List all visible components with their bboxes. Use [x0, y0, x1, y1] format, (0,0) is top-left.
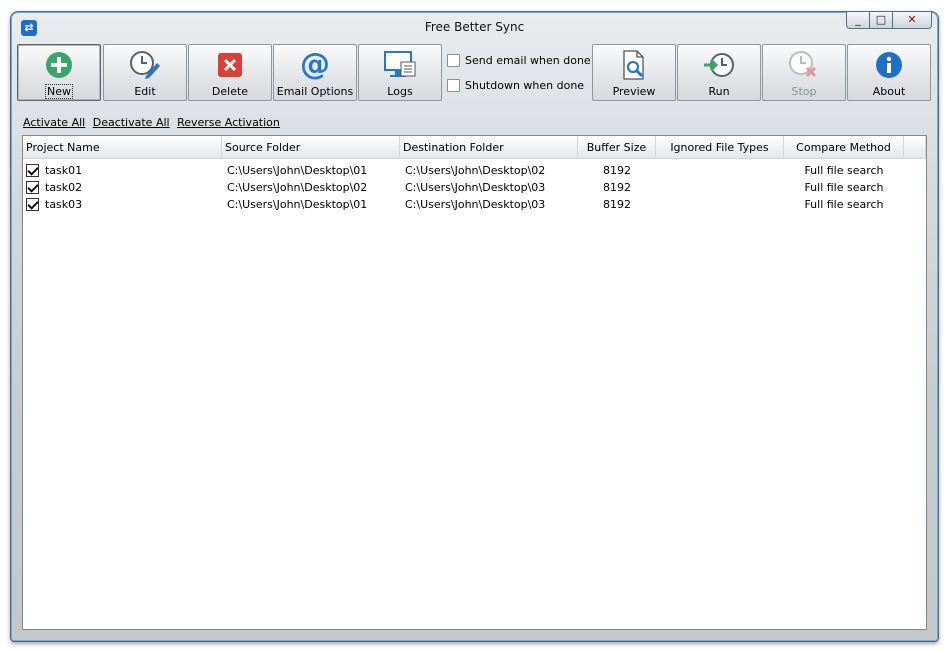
column-header-project-name[interactable]: Project Name — [23, 136, 222, 159]
source-folder: C:\Users\John\Desktop\02 — [227, 181, 368, 194]
compare-method: Full file search — [804, 164, 884, 177]
destination-folder: C:\Users\John\Desktop\03 — [405, 181, 546, 194]
stop-button[interactable]: Stop — [762, 44, 846, 101]
column-header-compare-method[interactable]: Compare Method — [784, 136, 904, 159]
column-header-buffer-size[interactable]: Buffer Size — [578, 136, 656, 159]
about-button-label: About — [872, 85, 906, 98]
about-button[interactable]: About — [847, 44, 931, 101]
task-list[interactable]: Project Name Source Folder Destination F… — [22, 135, 927, 630]
compare-method: Full file search — [804, 181, 884, 194]
compare-method: Full file search — [804, 198, 884, 211]
destination-folder: C:\Users\John\Desktop\03 — [405, 198, 546, 211]
table-header: Project Name Source Folder Destination F… — [23, 136, 926, 160]
run-button[interactable]: Run — [677, 44, 761, 101]
source-folder: C:\Users\John\Desktop\01 — [227, 164, 368, 177]
row-active-checkbox[interactable] — [26, 181, 39, 194]
column-header-filler — [904, 136, 926, 159]
deactivate-all-link[interactable]: Deactivate All — [93, 116, 170, 129]
table-row[interactable]: task02 C:\Users\John\Desktop\02 C:\Users… — [23, 179, 904, 196]
close-button[interactable]: ✕ — [892, 12, 932, 29]
buffer-size: 8192 — [603, 181, 631, 194]
email-options-button-label: Email Options — [276, 85, 354, 98]
project-name: task01 — [45, 164, 83, 177]
clock-pencil-icon — [104, 50, 186, 80]
buffer-size: 8192 — [603, 198, 631, 211]
table-row[interactable]: task01 C:\Users\John\Desktop\01 C:\Users… — [23, 162, 904, 179]
monitor-log-icon — [359, 50, 441, 80]
row-active-checkbox[interactable] — [26, 198, 39, 211]
delete-button[interactable]: Delete — [188, 44, 272, 101]
activation-links: Activate All Deactivate All Reverse Acti… — [23, 116, 284, 129]
clock-stop-icon — [763, 50, 845, 80]
table-row[interactable]: task03 C:\Users\John\Desktop\01 C:\Users… — [23, 196, 904, 213]
ignored-file-types — [656, 196, 784, 213]
source-folder: C:\Users\John\Desktop\01 — [227, 198, 368, 211]
activate-all-link[interactable]: Activate All — [23, 116, 85, 129]
shutdown-label: Shutdown when done — [465, 78, 585, 92]
logs-button-label: Logs — [387, 85, 413, 98]
info-icon — [848, 50, 930, 80]
maximize-button[interactable]: □ — [869, 12, 893, 29]
ignored-file-types — [656, 179, 784, 196]
buffer-size: 8192 — [603, 164, 631, 177]
delete-x-icon — [189, 50, 271, 80]
send-email-label: Send email when done — [465, 53, 591, 67]
reverse-activation-link[interactable]: Reverse Activation — [177, 116, 280, 129]
shutdown-option[interactable]: Shutdown when done — [447, 77, 591, 93]
window-controls: _ □ ✕ — [846, 12, 932, 29]
send-email-option[interactable]: Send email when done — [447, 52, 591, 68]
window-title: Free Better Sync — [424, 20, 525, 34]
row-active-checkbox[interactable] — [26, 164, 39, 177]
edit-button[interactable]: Edit — [103, 44, 187, 101]
plus-circle-icon — [18, 50, 100, 80]
project-name: task03 — [45, 198, 83, 211]
edit-button-label: Edit — [134, 85, 156, 98]
toolbar: New Edit Delete @ Email Options Logs Sen… — [17, 44, 932, 104]
new-button-label: New — [45, 84, 73, 99]
document-magnifier-icon — [593, 50, 675, 80]
shutdown-checkbox[interactable] — [447, 78, 460, 92]
at-sign-icon: @ — [300, 47, 330, 82]
column-header-source-folder[interactable]: Source Folder — [222, 136, 400, 159]
completion-options: Send email when done Shutdown when done — [447, 52, 591, 102]
column-header-destination-folder[interactable]: Destination Folder — [400, 136, 578, 159]
project-name: task02 — [45, 181, 83, 194]
send-email-checkbox[interactable] — [447, 53, 460, 67]
destination-folder: C:\Users\John\Desktop\02 — [405, 164, 546, 177]
preview-button[interactable]: Preview — [592, 44, 676, 101]
ignored-file-types — [656, 162, 784, 179]
logs-button[interactable]: Logs — [358, 44, 442, 101]
preview-button-label: Preview — [612, 85, 656, 98]
new-button[interactable]: New — [17, 44, 101, 101]
stop-button-label: Stop — [791, 85, 817, 98]
delete-button-label: Delete — [211, 85, 249, 98]
title-bar[interactable]: ⇄ Free Better Sync _ □ ✕ — [11, 12, 938, 42]
run-button-label: Run — [708, 85, 730, 98]
column-header-ignored-file-types[interactable]: Ignored File Types — [656, 136, 784, 159]
email-options-button[interactable]: @ Email Options — [273, 44, 357, 101]
app-window: ⇄ Free Better Sync _ □ ✕ New Edit Delete… — [10, 11, 939, 642]
clock-run-icon — [678, 50, 760, 80]
minimize-button[interactable]: _ — [846, 12, 870, 29]
